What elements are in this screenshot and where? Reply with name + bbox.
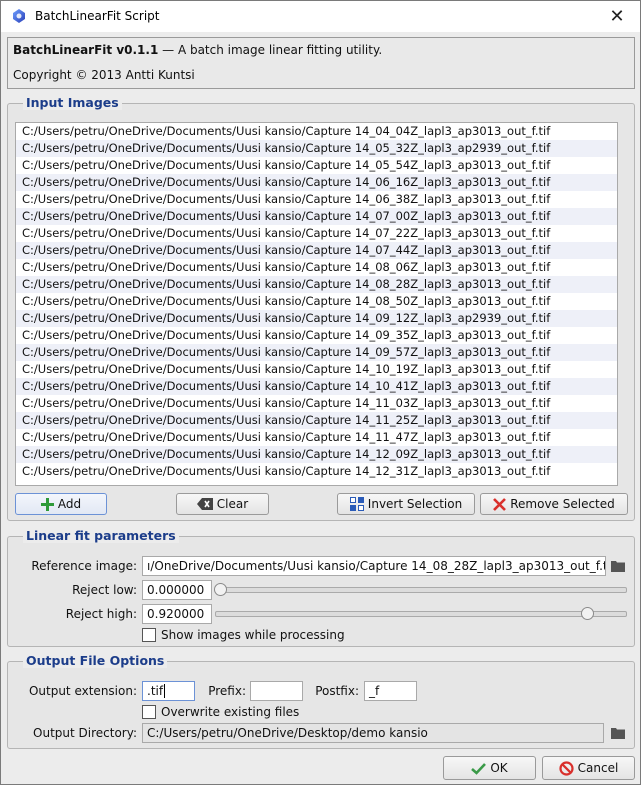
header-info: BatchLinearFit v0.1.1 — A batch image li… xyxy=(7,37,635,89)
window-title: BatchLinearFit Script xyxy=(35,9,160,23)
remove-selected-button[interactable]: Remove Selected xyxy=(480,493,628,515)
list-item[interactable]: C:/Users/petru/OneDrive/Documents/Uusi k… xyxy=(16,225,617,242)
reject-low-label: Reject low: xyxy=(72,583,137,597)
prefix-label: Prefix: xyxy=(208,684,246,698)
clear-label: Clear xyxy=(216,497,249,511)
output-extension-label: Output extension: xyxy=(28,684,137,698)
reference-image-field[interactable]: ı/OneDrive/Documents/Uusi kansio/Capture… xyxy=(142,556,606,576)
reject-low-slider-thumb[interactable] xyxy=(214,583,227,596)
cancel-icon xyxy=(559,760,574,776)
list-item[interactable]: C:/Users/petru/OneDrive/Documents/Uusi k… xyxy=(16,361,617,378)
list-item[interactable]: C:/Users/petru/OneDrive/Documents/Uusi k… xyxy=(16,157,617,174)
reject-high-label: Reject high: xyxy=(65,607,137,621)
list-item[interactable]: C:/Users/petru/OneDrive/Documents/Uusi k… xyxy=(16,446,617,463)
list-item[interactable]: C:/Users/petru/OneDrive/Documents/Uusi k… xyxy=(16,242,617,259)
app-icon xyxy=(13,9,25,23)
checkmark-icon xyxy=(471,762,487,775)
show-images-checkbox[interactable] xyxy=(142,628,156,642)
overwrite-label[interactable]: Overwrite existing files xyxy=(161,705,299,719)
list-item[interactable]: C:/Users/petru/OneDrive/Documents/Uusi k… xyxy=(16,378,617,395)
add-button[interactable]: Add xyxy=(15,493,107,515)
remove-selected-label: Remove Selected xyxy=(510,497,615,511)
output-extension-value: .tif xyxy=(147,684,164,698)
copyright-text: Copyright © 2013 Antti Kuntsi xyxy=(13,68,195,82)
invert-selection-button[interactable]: Invert Selection xyxy=(337,493,475,515)
text-cursor xyxy=(164,684,166,698)
title-bar: BatchLinearFit Script ✕ xyxy=(1,1,640,32)
reject-high-field[interactable]: 0.920000 xyxy=(142,604,212,624)
list-item[interactable]: C:/Users/petru/OneDrive/Documents/Uusi k… xyxy=(16,140,617,157)
show-images-label[interactable]: Show images while processing xyxy=(161,628,345,642)
list-item[interactable]: C:/Users/petru/OneDrive/Documents/Uusi k… xyxy=(16,327,617,344)
list-item[interactable]: C:/Users/petru/OneDrive/Documents/Uusi k… xyxy=(16,174,617,191)
list-item[interactable]: C:/Users/petru/OneDrive/Documents/Uusi k… xyxy=(16,344,617,361)
cancel-button[interactable]: Cancel xyxy=(542,756,635,780)
invert-selection-label: Invert Selection xyxy=(367,497,463,511)
cancel-label: Cancel xyxy=(577,761,619,775)
backspace-icon xyxy=(196,498,213,510)
overwrite-checkbox[interactable] xyxy=(142,705,156,719)
output-extension-field[interactable]: .tif xyxy=(142,681,195,701)
clear-button[interactable]: Clear xyxy=(176,493,269,515)
ok-label: OK xyxy=(490,761,508,775)
ok-button[interactable]: OK xyxy=(443,756,536,780)
plus-icon xyxy=(40,497,54,511)
list-item[interactable]: C:/Users/petru/OneDrive/Documents/Uusi k… xyxy=(16,123,617,140)
remove-icon xyxy=(493,497,507,511)
reject-high-slider-track[interactable] xyxy=(215,611,627,617)
prefix-field[interactable] xyxy=(250,681,303,701)
output-directory-folder-icon[interactable] xyxy=(611,727,625,739)
invert-selection-icon xyxy=(349,497,364,511)
reference-image-label: Reference image: xyxy=(31,559,137,573)
list-item[interactable]: C:/Users/petru/OneDrive/Documents/Uusi k… xyxy=(16,191,617,208)
list-item[interactable]: C:/Users/petru/OneDrive/Documents/Uusi k… xyxy=(16,310,617,327)
app-description: BatchLinearFit v0.1.1 — A batch image li… xyxy=(13,43,382,57)
list-item[interactable]: C:/Users/petru/OneDrive/Documents/Uusi k… xyxy=(16,276,617,293)
list-item[interactable]: C:/Users/petru/OneDrive/Documents/Uusi k… xyxy=(16,463,617,480)
list-item[interactable]: C:/Users/petru/OneDrive/Documents/Uusi k… xyxy=(16,412,617,429)
dialog-window: BatchLinearFit Script ✕ BatchLinearFit v… xyxy=(0,0,641,785)
list-item[interactable]: C:/Users/petru/OneDrive/Documents/Uusi k… xyxy=(16,208,617,225)
postfix-label: Postfix: xyxy=(315,684,359,698)
reject-high-slider-thumb[interactable] xyxy=(581,607,595,620)
app-tagline: — A batch image linear fitting utility. xyxy=(158,43,383,57)
input-images-list[interactable]: C:/Users/petru/OneDrive/Documents/Uusi k… xyxy=(15,122,618,486)
list-item[interactable]: C:/Users/petru/OneDrive/Documents/Uusi k… xyxy=(16,293,617,310)
add-label: Add xyxy=(57,497,82,511)
output-directory-field[interactable]: C:/Users/petru/OneDrive/Desktop/demo kan… xyxy=(142,723,604,743)
output-directory-label: Output Directory: xyxy=(33,726,137,740)
reject-low-field[interactable]: 0.000000 xyxy=(142,580,212,600)
reference-folder-icon[interactable] xyxy=(611,560,625,572)
reject-low-slider-track[interactable] xyxy=(215,587,627,593)
app-name: BatchLinearFit v0.1.1 xyxy=(13,43,159,57)
list-item[interactable]: C:/Users/petru/OneDrive/Documents/Uusi k… xyxy=(16,429,617,446)
list-item[interactable]: C:/Users/petru/OneDrive/Documents/Uusi k… xyxy=(16,259,617,276)
output-options-title: Output File Options xyxy=(23,653,168,668)
input-images-title: Input Images xyxy=(23,95,122,110)
postfix-field[interactable]: _f xyxy=(364,681,417,701)
list-item[interactable]: C:/Users/petru/OneDrive/Documents/Uusi k… xyxy=(16,395,617,412)
linear-fit-title: Linear fit parameters xyxy=(23,528,179,543)
close-icon: ✕ xyxy=(609,6,625,27)
close-button[interactable]: ✕ xyxy=(599,4,635,29)
